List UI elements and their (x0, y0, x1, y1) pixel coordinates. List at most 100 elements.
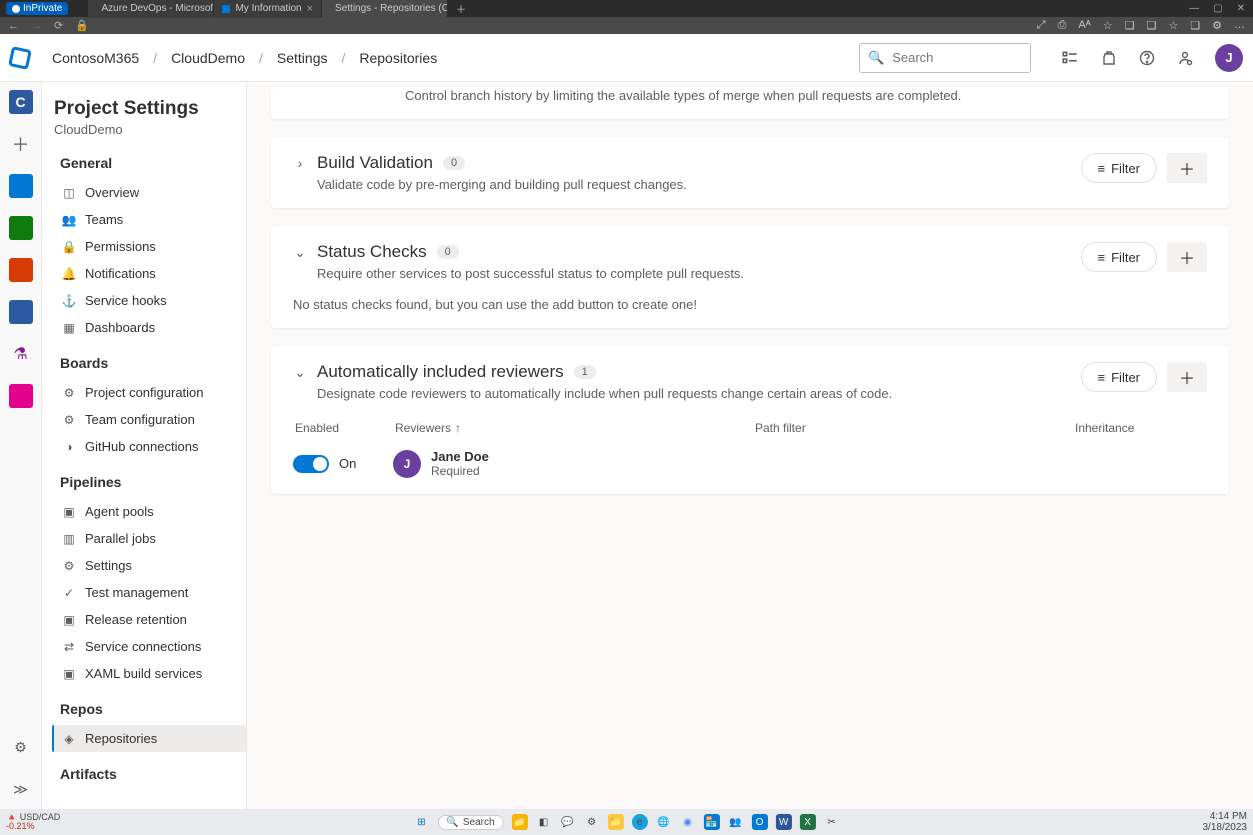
build-filter-button[interactable]: ≡Filter (1081, 153, 1157, 183)
rail-testplans-icon[interactable]: ⚗ (9, 342, 33, 366)
sidebar-item-overview[interactable]: ◫Overview (54, 179, 246, 206)
addr-icon[interactable]: ❏ (1125, 19, 1135, 32)
addr-icon[interactable]: ☆ (1168, 19, 1178, 32)
search-box[interactable]: 🔍 (859, 43, 1031, 73)
tb-app-icon[interactable]: 👥 (728, 814, 744, 830)
help-icon[interactable] (1139, 50, 1155, 66)
status-add-button[interactable]: ＋ (1167, 242, 1207, 272)
window-minimize-icon[interactable]: — (1189, 3, 1199, 14)
sidebar-item-repositories[interactable]: ◈Repositories (52, 725, 246, 752)
addr-icon[interactable]: ⎙ (1058, 19, 1067, 32)
chevron-down-icon[interactable]: ⌄ (293, 364, 307, 381)
enabled-toggle[interactable] (293, 455, 329, 473)
sidebar-item-permissions[interactable]: 🔒Permissions (54, 233, 246, 260)
taskbar-stock-widget[interactable]: 🔺 USD/CAD -0.21% (6, 813, 60, 831)
taskbar-search[interactable]: 🔍 Search (437, 815, 503, 830)
start-icon[interactable]: ⊞ (413, 814, 429, 830)
col-reviewers[interactable]: Reviewers↑ (395, 421, 755, 435)
refresh-icon[interactable]: ⟳ (54, 19, 63, 32)
rail-boards-icon[interactable] (9, 216, 33, 240)
rail-overview-icon[interactable] (9, 174, 33, 198)
sidebar-section-general: General (60, 155, 246, 171)
forward-icon[interactable]: → (31, 20, 42, 32)
tb-app-icon[interactable]: ◧ (536, 814, 552, 830)
status-checks-card: ⌄ Status Checks 0 Require other services… (271, 226, 1229, 328)
col-inheritance[interactable]: Inheritance (1075, 421, 1205, 435)
tb-app-icon[interactable]: X (800, 814, 816, 830)
marketplace-icon[interactable] (1101, 50, 1117, 66)
sidebar-item-teamconfig[interactable]: ⚙Team configuration (54, 406, 246, 433)
tb-app-icon[interactable]: W (776, 814, 792, 830)
sidebar-item-xaml[interactable]: ▣XAML build services (54, 660, 246, 687)
reviewer-row[interactable]: On J Jane Doe Required (293, 449, 1207, 478)
addr-icon[interactable]: ⤢ (1037, 19, 1046, 32)
rail-collapse-icon[interactable]: ≫ (9, 777, 33, 801)
build-validation-card: › Build Validation 0 Validate code by pr… (271, 137, 1229, 208)
tb-app-icon[interactable]: ⚙ (584, 814, 600, 830)
user-settings-icon[interactable] (1177, 50, 1193, 66)
browser-address-bar[interactable]: ← → ⟳ 🔒 ⤢ ⎙ Aᴬ ☆ ❏ ❏ ☆ ❏ ⚙ … (0, 17, 1253, 34)
sidebar-section-repos: Repos (60, 701, 246, 717)
rail-project-icon[interactable]: C (9, 90, 33, 114)
breadcrumb-page[interactable]: Repositories (359, 50, 437, 66)
sort-asc-icon: ↑ (455, 421, 461, 435)
sidebar-item-notifications[interactable]: 🔔Notifications (54, 260, 246, 287)
sidebar-item-serviceconn[interactable]: ⇄Service connections (54, 633, 246, 660)
addr-icon[interactable]: ☆ (1103, 19, 1113, 32)
tb-app-icon[interactable]: 📁 (608, 814, 624, 830)
work-items-icon[interactable] (1061, 49, 1079, 67)
breadcrumb-org[interactable]: ContosoM365 (52, 50, 139, 66)
chevron-right-icon[interactable]: › (293, 155, 307, 171)
sidebar-item-agentpools[interactable]: ▣Agent pools (54, 498, 246, 525)
sidebar-item-dashboards[interactable]: ▦Dashboards (54, 314, 246, 341)
status-filter-button[interactable]: ≡Filter (1081, 242, 1157, 272)
tb-app-icon[interactable]: 🌐 (656, 814, 672, 830)
sidebar-item-github[interactable]: ◑GitHub connections (54, 433, 246, 460)
build-add-button[interactable]: ＋ (1167, 153, 1207, 183)
window-maximize-icon[interactable]: ▢ (1213, 3, 1222, 14)
tb-app-icon[interactable]: 📁 (512, 814, 528, 830)
breadcrumb-settings[interactable]: Settings (277, 50, 328, 66)
addr-icon[interactable]: ❏ (1190, 19, 1200, 32)
tb-app-icon[interactable]: ◉ (680, 814, 696, 830)
col-enabled[interactable]: Enabled (295, 421, 395, 435)
rail-pipelines-icon[interactable] (9, 300, 33, 324)
addr-icon[interactable]: ❏ (1147, 19, 1157, 32)
browser-tab-0[interactable]: Azure DevOps - Microsoft Azure× (88, 0, 213, 18)
rail-repos-icon[interactable] (9, 258, 33, 282)
tb-app-icon[interactable]: 💬 (560, 814, 576, 830)
sidebar-item-releaseretention[interactable]: ▣Release retention (54, 606, 246, 633)
rail-add-icon[interactable]: ＋ (9, 132, 33, 156)
rail-artifacts-icon[interactable] (9, 384, 33, 408)
addr-icon[interactable]: … (1234, 19, 1245, 32)
new-tab-button[interactable]: ＋ (448, 0, 474, 18)
browser-tab-1[interactable]: My Information× (214, 0, 321, 18)
sidebar-item-servicehooks[interactable]: ⚓Service hooks (54, 287, 246, 314)
sidebar-item-teams[interactable]: 👥Teams (54, 206, 246, 233)
taskbar-clock[interactable]: 4:14 PM 3/18/2023 (1203, 811, 1248, 833)
col-path[interactable]: Path filter (755, 421, 1075, 435)
azure-devops-logo-icon[interactable] (8, 46, 32, 70)
search-input[interactable] (892, 50, 1012, 65)
tb-app-icon[interactable]: 🏪 (704, 814, 720, 830)
merge-types-card: Control branch history by limiting the a… (271, 88, 1229, 119)
addr-icon[interactable]: ⚙ (1212, 19, 1222, 32)
sidebar-item-testmgmt[interactable]: ✓Test management (54, 579, 246, 606)
browser-tab-2[interactable]: Settings - Repositories (CloudD…× (322, 0, 447, 18)
reviewers-add-button[interactable]: ＋ (1167, 362, 1207, 392)
user-avatar[interactable]: J (1215, 44, 1243, 72)
addr-icon[interactable]: Aᴬ (1078, 19, 1090, 32)
tb-app-icon[interactable]: O (752, 814, 768, 830)
sidebar-item-projectconfig[interactable]: ⚙Project configuration (54, 379, 246, 406)
breadcrumb-project[interactable]: CloudDemo (171, 50, 245, 66)
reviewers-filter-button[interactable]: ≡Filter (1081, 362, 1157, 392)
tb-app-icon[interactable]: e (632, 814, 648, 830)
sidebar-item-paralleljobs[interactable]: ▥Parallel jobs (54, 525, 246, 552)
window-close-icon[interactable]: ✕ (1237, 3, 1245, 14)
sidebar-item-pipesettings[interactable]: ⚙Settings (54, 552, 246, 579)
chevron-down-icon[interactable]: ⌄ (293, 244, 307, 261)
back-icon[interactable]: ← (8, 20, 19, 32)
tb-app-icon[interactable]: ✂ (824, 814, 840, 830)
parallel-icon: ▥ (62, 532, 76, 546)
rail-settings-icon[interactable]: ⚙ (9, 735, 33, 759)
